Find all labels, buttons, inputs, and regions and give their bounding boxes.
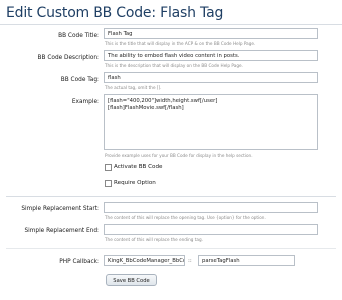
title-label: BB Code Title:	[58, 33, 99, 39]
section-divider	[6, 196, 336, 197]
example-textarea[interactable]: [flash="400,200"]width,height.swf[/user]…	[104, 94, 318, 150]
section-divider-2	[6, 248, 336, 249]
title-divider	[0, 24, 342, 25]
replacement-start-input[interactable]	[104, 202, 318, 213]
require-option-checkbox[interactable]	[105, 180, 112, 187]
activate-checkbox[interactable]	[105, 164, 112, 171]
example-hint: Provide example uses for your BB Code fo…	[105, 153, 253, 158]
php-callback-label: PHP Callback:	[59, 259, 99, 265]
page-title: Edit Custom BB Code: Flash Tag	[6, 5, 224, 21]
title-hint: This is the title that will display in t…	[105, 41, 256, 46]
replacement-end-label: Simple Replacement End:	[24, 228, 99, 234]
replacement-start-label: Simple Replacement Start:	[21, 206, 99, 212]
tag-hint: The actual tag, omit the [].	[105, 85, 162, 90]
description-input[interactable]: The ability to embed flash video content…	[104, 50, 318, 61]
replacement-start-hint: The content of this will replace the ope…	[105, 215, 266, 220]
description-hint: This is the description that will displa…	[105, 63, 243, 68]
activate-label: Activate BB Code	[114, 164, 163, 170]
description-label: BB Code Description:	[37, 55, 99, 61]
replacement-end-input[interactable]	[104, 224, 318, 235]
save-button[interactable]: Save BB Code	[106, 274, 157, 286]
replacement-end-hint: The content of this will replace the end…	[105, 237, 203, 242]
title-input[interactable]: Flash Tag	[104, 28, 318, 39]
php-callback-class-input[interactable]: KingK_BbCodeManager_BbCode_Fo	[104, 255, 185, 266]
php-callback-method-input[interactable]: parseTagFlash	[198, 255, 295, 266]
php-callback-separator: ::	[188, 258, 192, 264]
require-option-label: Require Option	[114, 180, 156, 186]
tag-label: BB Code Tag:	[60, 77, 99, 83]
tag-input[interactable]: flash	[104, 72, 318, 83]
example-label: Example:	[71, 99, 99, 105]
